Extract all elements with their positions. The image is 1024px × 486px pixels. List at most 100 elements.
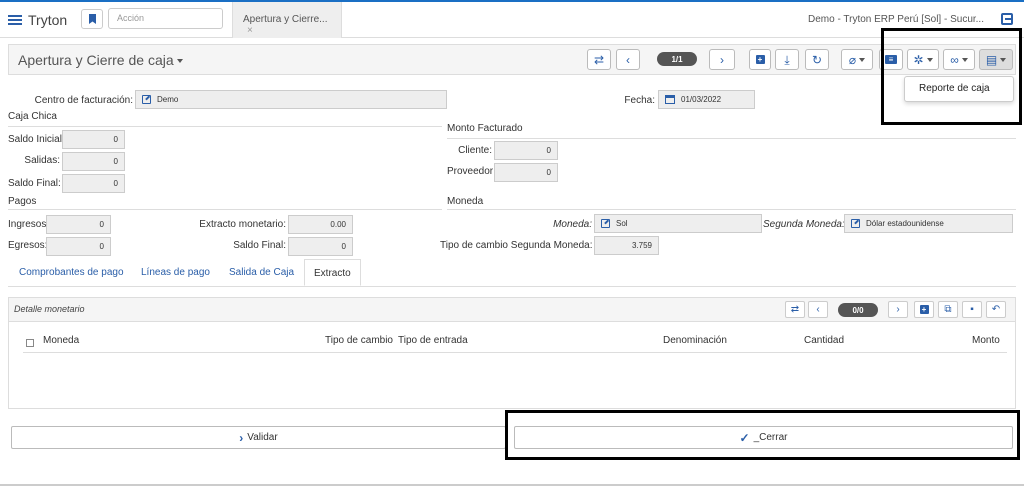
ingresos-label: Ingresos: [8, 219, 50, 230]
delete-line-button[interactable]: ▪ [962, 301, 982, 318]
switch-icon: ⇄ [790, 304, 800, 315]
page-title[interactable]: Apertura y Cierre de caja [18, 52, 183, 68]
salidas-field[interactable]: 0 [62, 152, 125, 171]
chevron-left-icon: ‹ [626, 52, 630, 67]
column-monto[interactable]: Monto [972, 335, 1000, 346]
column-tipo-entrada[interactable]: Tipo de entrada [398, 335, 468, 346]
calendar-icon [665, 95, 675, 105]
tabs-divider [8, 286, 1016, 287]
divider [8, 209, 442, 210]
column-cantidad[interactable]: Cantidad [804, 335, 844, 346]
tab-label: Apertura y Cierre... [243, 14, 328, 25]
ingresos-field[interactable]: 0 [46, 215, 111, 234]
next-record-button[interactable]: › [709, 49, 735, 70]
saldo-final-field[interactable]: 0 [62, 174, 125, 193]
centro-facturacion-label: Centro de facturación: [34, 95, 133, 106]
paperclip-icon: ⌀ [848, 52, 857, 67]
column-tipo-cambio[interactable]: Tipo de cambio [325, 335, 393, 346]
saldo-final-pagos-label: Saldo Final: [233, 240, 286, 251]
hamburger-icon [8, 15, 22, 25]
app-menu-button[interactable]: Tryton [8, 12, 67, 28]
divider [447, 209, 1016, 210]
select-all-checkbox[interactable] [26, 339, 34, 347]
segunda-moneda-field[interactable]: Dólar estadounidense [844, 214, 1013, 233]
validar-label: Validar [247, 432, 278, 443]
close-tab-icon[interactable]: × [247, 25, 253, 36]
logout-icon[interactable] [1001, 13, 1013, 25]
extracto-monetario-field[interactable]: 0.00 [288, 215, 353, 234]
divider [8, 126, 442, 127]
plus-icon: + [919, 305, 929, 314]
switch-icon: ⇄ [593, 52, 605, 67]
save-button[interactable]: ⤓ [775, 49, 799, 70]
saldo-final-label: Saldo Final: [8, 178, 61, 189]
detalle-title: Detalle monetario [14, 304, 85, 314]
centro-facturacion-field[interactable]: Demo [135, 90, 447, 109]
detalle-monetario-panel: Detalle monetario ⇄ ‹ 0/0 › + ⧉ ▪ ↶ Mone… [8, 297, 1016, 409]
pagos-section: Pagos [8, 196, 37, 207]
moneda-section: Moneda [447, 196, 484, 207]
next-record-button[interactable]: › [888, 301, 908, 318]
fecha-value: 01/03/2022 [681, 95, 722, 104]
undo-button[interactable]: ↶ [986, 301, 1006, 318]
egresos-field[interactable]: 0 [46, 237, 111, 256]
previous-record-button[interactable]: ‹ [616, 49, 640, 70]
company-preferences[interactable]: Demo - Tryton ERP Perú [Sol] - Sucur... [808, 14, 984, 25]
highlight-box [881, 28, 1022, 125]
table-header-divider [23, 352, 1007, 353]
open-line-button[interactable]: ⧉ [938, 301, 958, 318]
fecha-field[interactable]: 01/03/2022 [658, 90, 755, 109]
saldo-final-pagos-field[interactable]: 0 [288, 237, 353, 256]
tab-salida-caja[interactable]: Salida de Caja [229, 259, 294, 286]
monto-facturado-section: Monto Facturado [447, 123, 523, 134]
switch-view-button[interactable]: ⇄ [587, 49, 611, 70]
caja-chica-section: Caja Chica [8, 111, 57, 122]
reload-button[interactable]: ↻ [805, 49, 829, 70]
egresos-label: Egresos: [8, 240, 48, 251]
chevron-down-icon [859, 57, 866, 62]
proveedor-field[interactable]: 0 [494, 163, 558, 182]
tipo-cambio-field[interactable]: 3.759 [594, 236, 659, 255]
open-link-icon [851, 219, 860, 229]
chevron-right-icon: › [720, 52, 724, 67]
chevron-left-icon: ‹ [816, 304, 820, 315]
tab-comprobantes-pago[interactable]: Comprobantes de pago [19, 259, 124, 286]
edit-icon: ⧉ [944, 304, 952, 315]
detalle-toolbar: Detalle monetario ⇄ ‹ 0/0 › + ⧉ ▪ ↶ [9, 298, 1015, 322]
switch-view-button[interactable]: ⇄ [785, 301, 805, 318]
page-title-text: Apertura y Cierre de caja [18, 52, 174, 68]
tab-extracto[interactable]: Extracto [304, 259, 361, 286]
moneda-value: Sol [616, 219, 628, 228]
action-search-input[interactable]: Acción [108, 8, 223, 29]
top-bar: Tryton Acción Apertura y Cierre... × Dem… [0, 0, 1024, 38]
column-denominacion[interactable]: Denominación [663, 335, 727, 346]
app-brand: Tryton [28, 12, 68, 28]
extracto-monetario-label: Extracto monetario: [199, 219, 286, 230]
undo-icon: ↶ [991, 304, 1001, 315]
column-moneda[interactable]: Moneda [43, 335, 79, 346]
open-link-icon [142, 95, 151, 105]
saldo-inicial-field[interactable]: 0 [62, 130, 125, 149]
plus-icon: + [755, 55, 765, 64]
previous-record-button[interactable]: ‹ [808, 301, 828, 318]
fecha-label: Fecha: [624, 95, 655, 106]
divider [447, 138, 1016, 139]
attachment-button[interactable]: ⌀ [841, 49, 873, 70]
trash-icon: ▪ [970, 304, 974, 315]
saldo-inicial-label: Saldo Inicial: [8, 134, 65, 145]
moneda-field[interactable]: Sol [594, 214, 762, 233]
bookmark-icon[interactable] [81, 9, 103, 29]
new-record-button[interactable]: + [749, 49, 771, 70]
validar-button[interactable]: › Validar [11, 426, 506, 449]
form-header: Apertura y Cierre de caja ⇄ ‹ 1/1 › + ⤓ … [8, 44, 1016, 75]
chevron-down-icon [176, 59, 183, 64]
salidas-label: Salidas: [24, 155, 60, 166]
detalle-pager: 0/0 [838, 303, 878, 317]
chevron-right-icon: › [239, 430, 244, 445]
centro-value: Demo [157, 95, 179, 104]
tab-apertura-cierre[interactable]: Apertura y Cierre... × [232, 2, 342, 38]
tab-lineas-pago[interactable]: Líneas de pago [141, 259, 210, 286]
new-line-button[interactable]: + [914, 301, 934, 318]
segunda-moneda-value: Dólar estadounidense [866, 219, 944, 228]
cliente-field[interactable]: 0 [494, 141, 558, 160]
